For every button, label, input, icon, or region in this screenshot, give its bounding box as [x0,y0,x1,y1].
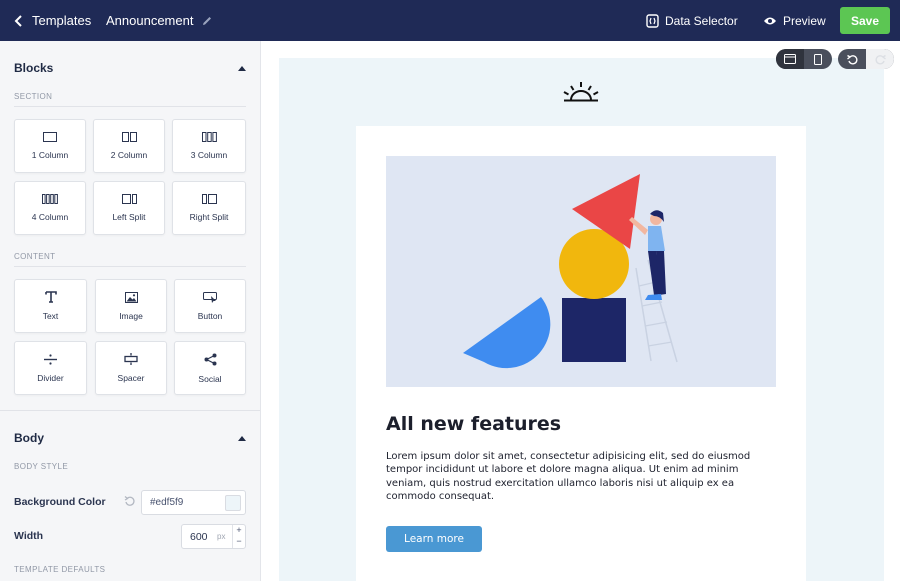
hero-image[interactable] [386,156,776,387]
email-body-text[interactable]: Lorem ipsum dolor sit amet, consectetur … [386,450,770,504]
collapse-caret-icon[interactable] [238,435,246,441]
four-column-icon [42,194,58,204]
email-headline[interactable]: All new features [386,413,561,435]
tile-label: 4 Column [31,212,69,222]
preview-button[interactable]: Preview [763,0,826,41]
image-icon [124,291,138,303]
text-icon [44,291,57,303]
mobile-icon [814,53,822,65]
one-column-icon [43,132,57,142]
chevron-left-icon [14,14,22,27]
section-label: SECTION [14,92,53,101]
tile-image[interactable]: Image [95,279,167,333]
tile-label: Right Split [189,212,229,222]
tile-label: Spacer [117,373,145,383]
redo-button[interactable] [866,49,894,69]
width-stepper[interactable]: + − [232,525,245,548]
background-color-field[interactable]: #edf5f9 [141,490,246,515]
tile-2-column[interactable]: 2 Column [93,119,165,173]
document-title[interactable]: Announcement [106,0,213,41]
document-title-text: Announcement [106,13,194,28]
share-icon [204,353,216,365]
reset-icon[interactable] [124,495,136,507]
tile-label: 2 Column [110,150,148,160]
history-controls [838,49,894,69]
section-divider [14,106,246,107]
width-value: 600 [190,531,208,543]
body-panel-header[interactable]: Body [14,431,246,445]
redo-icon [874,54,886,65]
save-button[interactable]: Save [840,7,890,34]
data-selector-icon [646,13,659,28]
increment-button[interactable]: + [233,525,245,536]
mobile-view-button[interactable] [804,49,832,69]
width-label: Width [14,530,44,542]
tile-label: Image [119,310,143,321]
tile-button[interactable]: Button [174,279,246,333]
hero-illustration [463,174,678,369]
spacer-icon [124,353,138,365]
blocks-title: Blocks [14,61,54,75]
blocks-sidebar: Blocks SECTION 1 Column 2 Column 3 Colum… [0,41,261,581]
button-icon [202,291,217,303]
two-column-icon [121,132,137,142]
undo-button[interactable] [838,49,866,69]
divider-icon [44,353,57,365]
width-unit: px [217,532,226,541]
tile-right-split[interactable]: Right Split [172,181,246,235]
sunrise-logo [563,82,599,102]
content-label: CONTENT [14,252,56,261]
data-selector-button[interactable]: Data Selector [646,0,738,41]
background-color-value: #edf5f9 [150,497,184,508]
tile-social[interactable]: Social [174,341,246,395]
body-style-label: BODY STYLE [14,462,69,471]
desktop-icon [784,54,796,64]
color-swatch[interactable] [225,495,241,511]
tile-label: Text [42,311,59,321]
panel-separator [0,410,260,411]
tile-4-column[interactable]: 4 Column [14,181,86,235]
eye-icon [764,17,776,24]
template-defaults-label: TEMPLATE DEFAULTS [14,565,106,574]
desktop-view-button[interactable] [776,49,804,69]
right-split-icon [201,194,217,204]
left-split-icon [121,194,137,204]
tile-1-column[interactable]: 1 Column [14,119,86,173]
preview-label: Preview [783,13,826,28]
tile-text[interactable]: Text [14,279,87,333]
tile-label: 1 Column [31,150,69,160]
back-label: Templates [32,13,92,28]
tile-label: Button [197,310,223,321]
body-title: Body [14,431,44,445]
decrement-button[interactable]: − [233,536,245,547]
pencil-icon[interactable] [201,15,213,27]
width-input[interactable]: 600 px + − [181,524,246,549]
learn-more-button[interactable]: Learn more [386,526,482,552]
blocks-panel-header[interactable]: Blocks [14,61,246,75]
back-to-templates-button[interactable]: Templates [14,0,91,41]
tile-3-column[interactable]: 3 Column [172,119,246,173]
tile-left-split[interactable]: Left Split [93,181,165,235]
background-color-label: Background Color [14,496,106,508]
tile-label: Left Split [112,212,146,222]
tile-divider[interactable]: Divider [14,341,87,395]
content-divider [14,266,246,267]
undo-icon [846,54,858,65]
tile-label: 3 Column [190,150,228,160]
collapse-caret-icon[interactable] [238,65,246,71]
three-column-icon [201,132,217,142]
tile-label: Divider [37,372,64,383]
data-selector-label: Data Selector [665,13,738,28]
tile-spacer[interactable]: Spacer [95,341,167,395]
device-view-toggle[interactable] [776,49,832,69]
top-bar: Templates Announcement Data Selector Pre… [0,0,900,41]
tile-label: Social [198,373,222,384]
